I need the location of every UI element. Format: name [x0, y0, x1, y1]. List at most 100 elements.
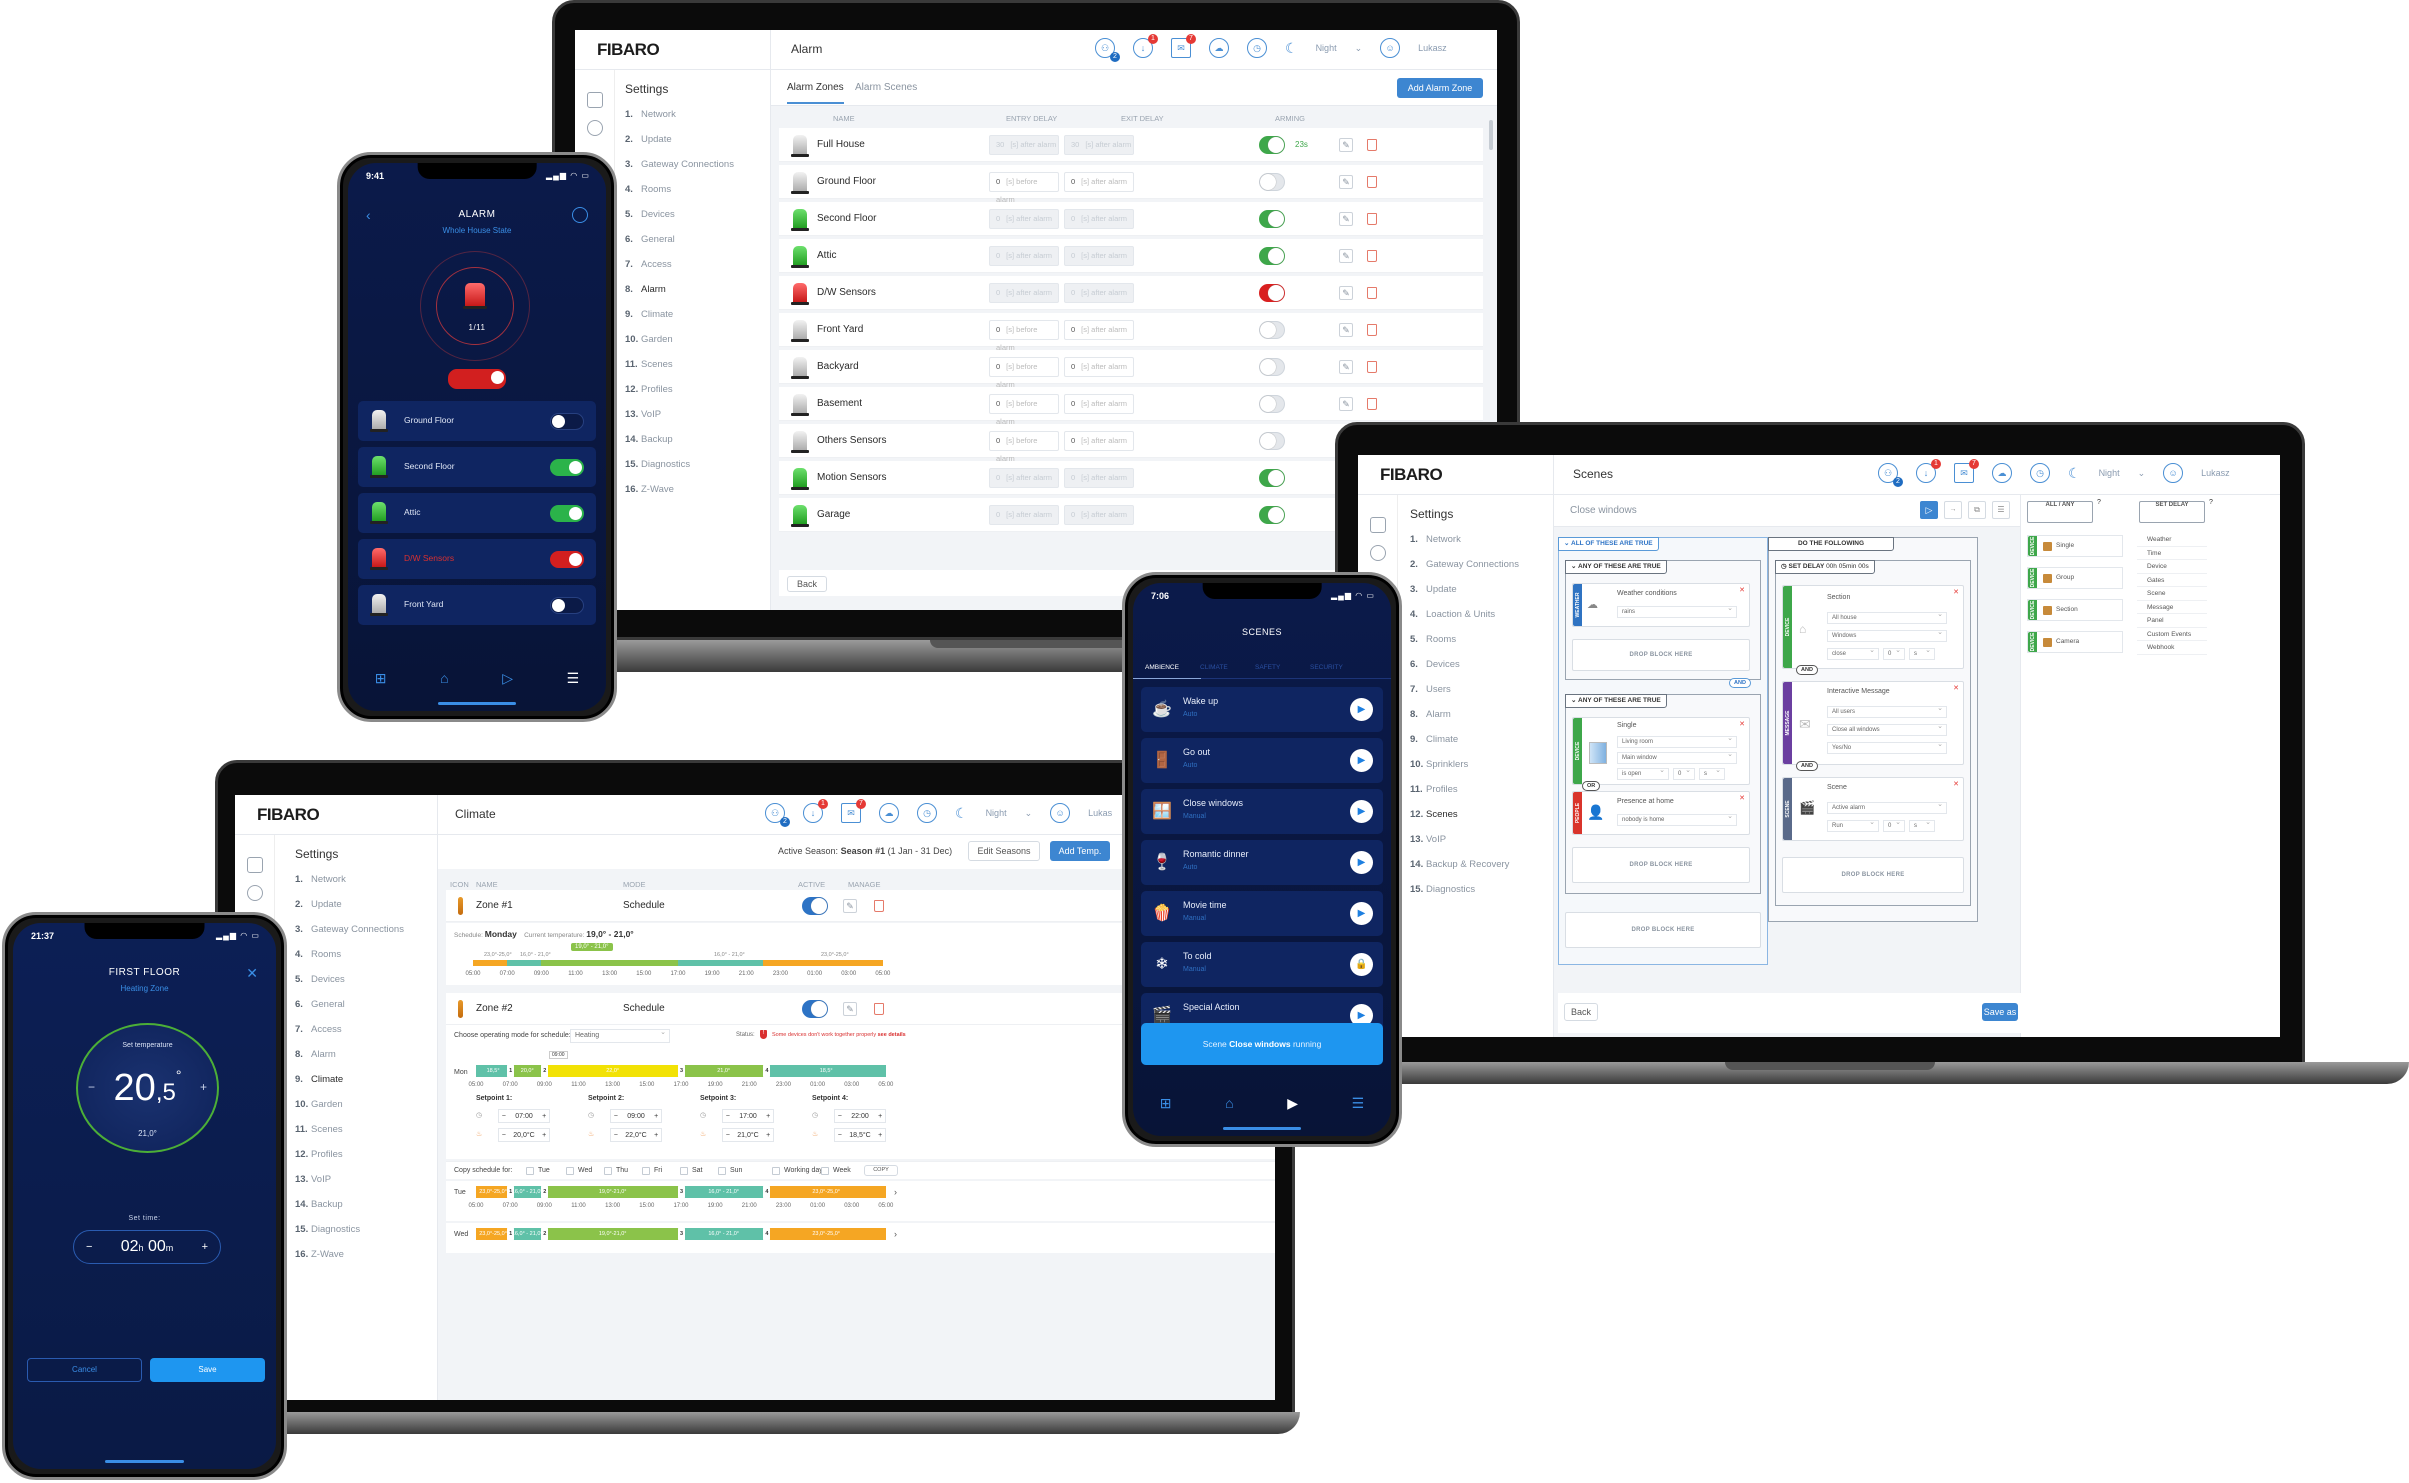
entry-delay-input[interactable]: 30 [s] after alarm [989, 135, 1059, 155]
operating-mode-select[interactable]: Heating [570, 1027, 670, 1043]
scrollbar[interactable] [1489, 120, 1493, 150]
edit-icon[interactable]: ✎ [1339, 138, 1353, 152]
set-delay-header[interactable]: ◷ SET DELAY 00h 05min 00s [1775, 560, 1875, 574]
setpoint-temp-stepper[interactable]: −18,5°C + [834, 1128, 886, 1142]
any-conditions-header[interactable]: ⌄ ANY OF THESE ARE TRUE [1565, 694, 1667, 708]
setpoint-marker[interactable]: 3 [678, 1227, 685, 1241]
setpoint-marker[interactable]: 4 [763, 1227, 771, 1241]
sidebar-item[interactable]: 9. Climate [1410, 727, 1553, 752]
presence-block[interactable]: PEOPLE 👤 Presence at home nobody is home… [1572, 791, 1750, 835]
device-type-select[interactable]: Windows [1827, 628, 1947, 642]
increment-button[interactable]: + [651, 1113, 661, 1120]
presence-select[interactable]: nobody is home [1617, 812, 1737, 826]
setpoint-marker[interactable]: 1 [507, 1185, 515, 1199]
schedule-segment[interactable]: 18,5° [476, 1065, 511, 1077]
users-icon[interactable]: ⚇ 2 [1878, 463, 1903, 487]
mode-dropdown[interactable]: Night [986, 808, 1007, 818]
copy-icon[interactable]: ⧉ [1968, 501, 1986, 519]
device-block-template[interactable]: DEVICE Section [2027, 599, 2123, 621]
monday-timeline[interactable]: 18,5° 20,0° 1 22,0° 2 21,0° 3 18,5° 4 [476, 1064, 886, 1078]
clock-icon[interactable]: ◷ [917, 803, 937, 823]
copy-day-checkbox[interactable] [680, 1167, 688, 1175]
setpoint-marker[interactable]: 3 [678, 1185, 685, 1199]
section-block[interactable]: DEVICE ⌂ Section All house Windows close… [1782, 585, 1964, 669]
trash-icon[interactable] [874, 900, 884, 912]
sidebar-item[interactable]: 2. Update [295, 892, 437, 917]
temperature-dial[interactable]: Set temperature − + 20,5° 21,0° [76, 1023, 219, 1153]
setpoint-time-stepper[interactable]: −07:00 + [498, 1109, 550, 1123]
zone-toggle[interactable] [550, 505, 584, 522]
increment-button[interactable]: + [875, 1132, 885, 1139]
scene-card[interactable]: ☕ Wake up Auto ▶ [1141, 687, 1383, 732]
setpoint-marker[interactable]: 4 [763, 1064, 771, 1078]
entry-delay-input[interactable]: 0 [s] before alarm [989, 320, 1059, 352]
sidebar-item[interactable]: 9. Climate [625, 302, 770, 327]
sidebar-item[interactable]: 14. Backup [295, 1192, 437, 1217]
exit-delay-input[interactable]: 30 [s] after alarm [1064, 135, 1134, 155]
tab-alarm-zones[interactable]: Alarm Zones [787, 82, 844, 104]
update-icon[interactable]: ↓ 1 [1133, 34, 1158, 58]
home-icon[interactable] [247, 857, 263, 873]
back-button[interactable]: Back [787, 576, 827, 592]
setpoint-time-stepper[interactable]: −17:00 + [722, 1109, 774, 1123]
weather-select[interactable]: rains [1617, 604, 1737, 618]
sidebar-item[interactable]: 14. Backup [625, 427, 770, 452]
remove-block-icon[interactable]: ✕ [1739, 720, 1745, 728]
sidebar-item[interactable]: 6. General [295, 992, 437, 1017]
category-item[interactable]: Webhook [2137, 641, 2207, 655]
scene-card[interactable]: ❄ To cold Manual 🔒 [1141, 942, 1383, 987]
sidebar-item[interactable]: 10. Garden [295, 1092, 437, 1117]
arming-toggle[interactable] [1259, 506, 1285, 524]
sidebar-item[interactable]: 3. Gateway Connections [625, 152, 770, 177]
mode-dropdown[interactable]: Night [1316, 43, 1337, 53]
sidebar-item[interactable]: 11. Scenes [625, 352, 770, 377]
devices-tab-icon[interactable]: ⊞ [375, 670, 387, 687]
user-menu[interactable]: Lukasz [2201, 468, 2230, 478]
remove-block-icon[interactable]: ✕ [1953, 780, 1959, 788]
setpoint-temp-stepper[interactable]: −21,0°C + [722, 1128, 774, 1142]
zone-active-toggle[interactable] [802, 1000, 828, 1018]
sidebar-item[interactable]: 13. VoIP [625, 402, 770, 427]
exit-delay-input[interactable]: 0 [s] after alarm [1064, 172, 1134, 192]
trash-icon[interactable] [1367, 250, 1377, 262]
sidebar-item[interactable]: 8. Alarm [1410, 702, 1553, 727]
entry-delay-input[interactable]: 0 [s] before alarm [989, 357, 1059, 389]
zone-card[interactable]: Front Yard [358, 585, 596, 625]
sidebar-item[interactable]: 7. Access [295, 1017, 437, 1042]
see-details-link[interactable]: see details [878, 1032, 906, 1038]
sidebar-item[interactable]: 13. VoIP [295, 1167, 437, 1192]
entry-delay-input[interactable]: 0 [s] after alarm [989, 505, 1059, 525]
edit-icon[interactable]: ✎ [1339, 360, 1353, 374]
schedule-segment[interactable] [507, 960, 542, 966]
exit-delay-input[interactable]: 0 [s] after alarm [1064, 246, 1134, 266]
scenes-tab-icon[interactable]: ▷ [502, 670, 513, 687]
schedule-segment[interactable] [541, 960, 678, 966]
edit-seasons-button[interactable]: Edit Seasons [968, 841, 1040, 861]
scene-tab[interactable]: SAFETY [1255, 664, 1280, 671]
lock-icon[interactable]: 🔒 [1350, 953, 1373, 976]
trash-icon[interactable] [1367, 139, 1377, 151]
scenes-tab-icon[interactable]: ▶ [1287, 1095, 1298, 1112]
setpoint-time-stepper[interactable]: −22:00 + [834, 1109, 886, 1123]
help-icon[interactable]: ? [2097, 499, 2101, 506]
value-input[interactable]: 0 [1883, 646, 1905, 660]
weather-icon[interactable]: ☁ [1209, 38, 1229, 58]
list-icon[interactable]: ☰ [1992, 501, 2010, 519]
sidebar-item[interactable]: 14. Backup & Recovery [1410, 852, 1553, 877]
scene-card[interactable]: 🚪 Go out Auto ▶ [1141, 738, 1383, 783]
sidebar-item[interactable]: 15. Diagnostics [295, 1217, 437, 1242]
remove-block-icon[interactable]: ✕ [1739, 586, 1745, 594]
add-alarm-zone-button[interactable]: Add Alarm Zone [1397, 78, 1483, 98]
message-select[interactable]: Close all windows [1827, 722, 1947, 736]
schedule-segment[interactable]: 21,0° [680, 1065, 767, 1077]
edit-icon[interactable]: ✎ [843, 899, 857, 913]
schedule-segment[interactable]: 22,0° [544, 1065, 681, 1077]
exit-delay-input[interactable]: 0 [s] after alarm [1064, 394, 1134, 414]
zone-1-timeline[interactable] [473, 960, 883, 966]
remove-block-icon[interactable]: ✕ [1739, 794, 1745, 802]
trash-icon[interactable] [1367, 398, 1377, 410]
any-conditions-header[interactable]: ⌄ ANY OF THESE ARE TRUE [1565, 560, 1667, 574]
value-input[interactable]: 0 [1883, 818, 1905, 832]
cancel-button[interactable]: Cancel [27, 1358, 142, 1382]
menu-tab-icon[interactable]: ☰ [567, 670, 580, 687]
